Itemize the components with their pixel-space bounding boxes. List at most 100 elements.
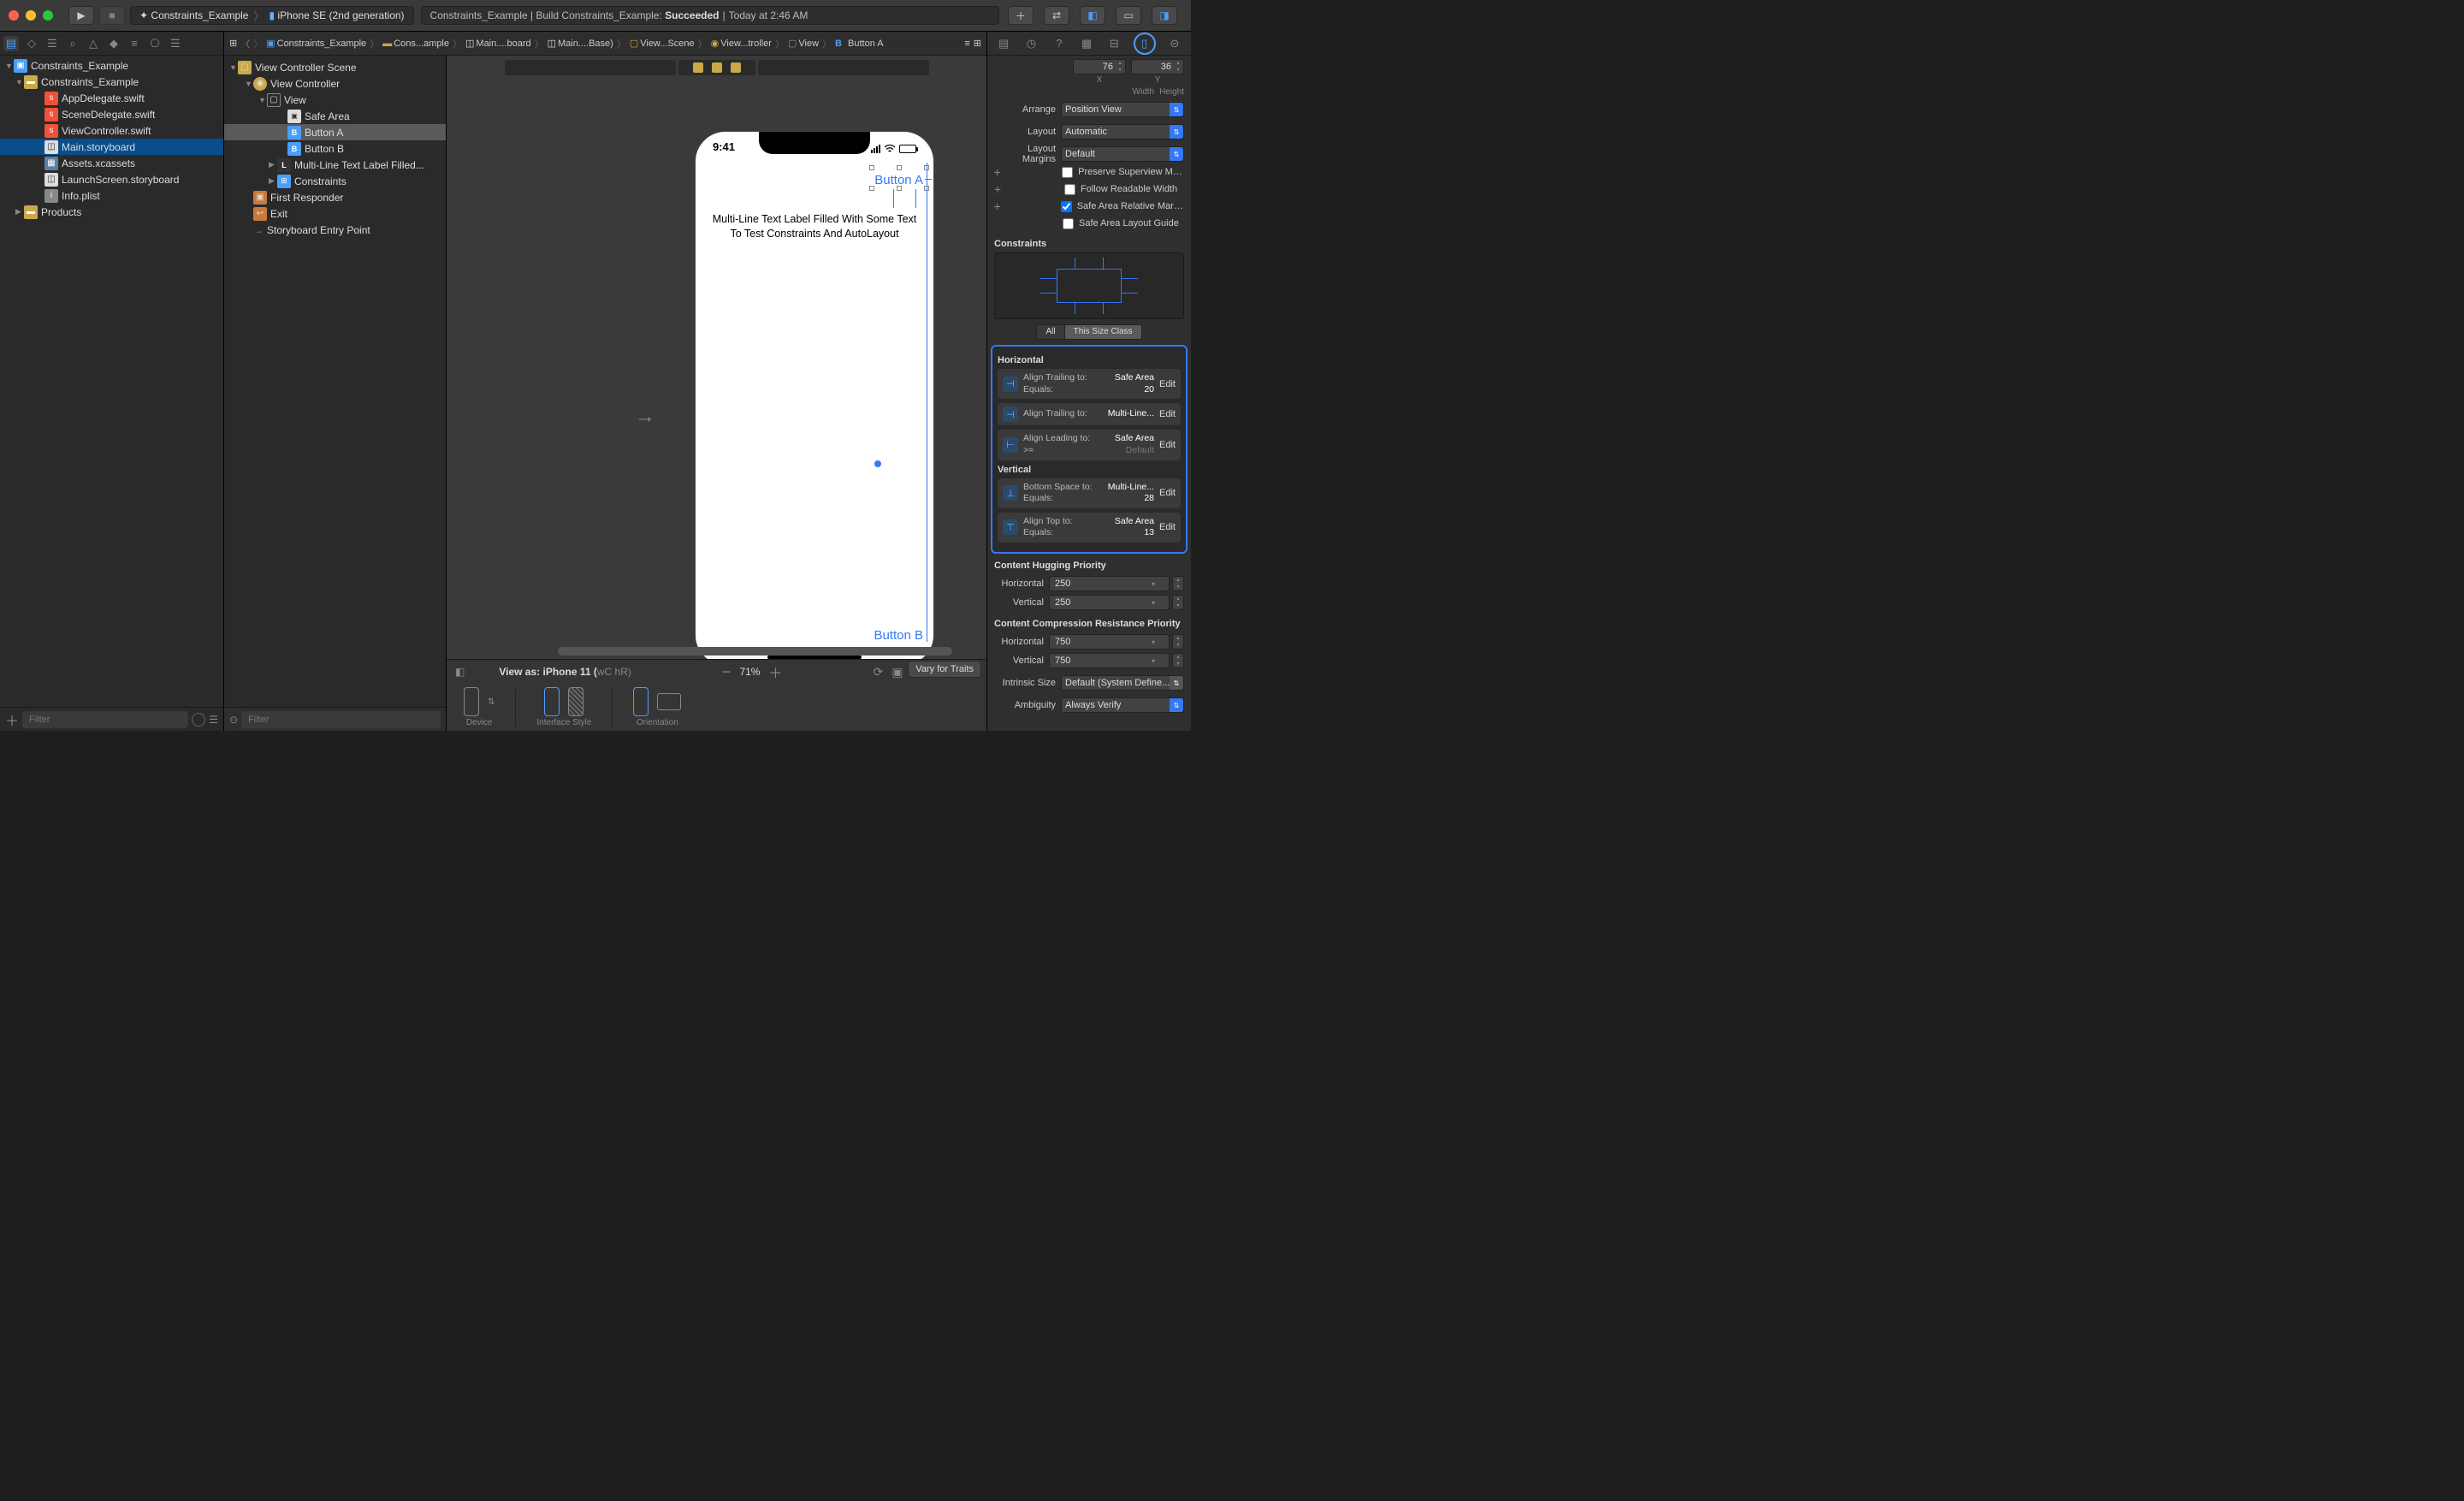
- scm-filter-icon[interactable]: ☰: [209, 714, 218, 726]
- file-infoplist[interactable]: iInfo.plist: [0, 187, 223, 204]
- seg-thissize[interactable]: This Size Class: [1065, 324, 1142, 340]
- saferel-checkbox[interactable]: [1061, 201, 1072, 212]
- zoom-window[interactable]: [43, 10, 53, 21]
- hugging-v-input[interactable]: 250▾: [1049, 595, 1170, 610]
- entrypoint-row[interactable]: →Storyboard Entry Point: [224, 222, 446, 238]
- find-navigator-tab[interactable]: ⌕: [65, 36, 80, 51]
- run-button[interactable]: ▶: [68, 6, 94, 25]
- document-outline[interactable]: ▼▢View Controller Scene ▼◉View Controlle…: [224, 56, 447, 707]
- file-scenedelegate[interactable]: sSceneDelegate.swift: [0, 106, 223, 122]
- source-control-tab[interactable]: ◇: [24, 36, 39, 51]
- canvas-scrollbar[interactable]: [558, 647, 952, 656]
- ambiguity-select[interactable]: Always Verify⇅: [1061, 697, 1184, 713]
- constraint-item-2[interactable]: ⊣ Align Trailing to:Multi-Line... Edit: [998, 403, 1181, 425]
- jump-bar[interactable]: ⊞ 〈 〉 ▣Constraints_Example〉 ▬Cons...ampl…: [224, 32, 986, 56]
- embed-icon[interactable]: ▣: [891, 665, 903, 679]
- stepper[interactable]: ▴▾: [1172, 576, 1184, 591]
- stepper[interactable]: ▴▾: [1172, 634, 1184, 650]
- project-group[interactable]: ▼▬Constraints_Example: [0, 74, 223, 90]
- help-inspector-tab[interactable]: ?: [1051, 35, 1068, 52]
- toggle-debug[interactable]: ▭: [1116, 6, 1141, 25]
- scheme-selector[interactable]: ✦ Constraints_Example 〉 ▮ iPhone SE (2nd…: [130, 6, 414, 25]
- canvas-button-b[interactable]: Button B: [874, 628, 923, 643]
- vc-row[interactable]: ▼◉View Controller: [224, 75, 446, 92]
- forward-button[interactable]: 〉: [253, 37, 263, 50]
- report-navigator-tab[interactable]: ☰: [168, 36, 183, 51]
- buttonb-row[interactable]: BButton B: [224, 140, 446, 157]
- constraints-preview[interactable]: [994, 252, 1184, 319]
- selection-handles[interactable]: [872, 168, 927, 188]
- multiline-row[interactable]: ▶LMulti-Line Text Label Filled...: [224, 157, 446, 173]
- symbol-navigator-tab[interactable]: ☰: [44, 36, 60, 51]
- project-navigator-tab[interactable]: ▤: [3, 36, 19, 51]
- edit-button[interactable]: Edit: [1159, 379, 1176, 389]
- exit-row[interactable]: ↩Exit: [224, 205, 446, 222]
- file-viewcontroller[interactable]: sViewController.swift: [0, 122, 223, 139]
- view-as-label[interactable]: View as: iPhone 11 (wC hR): [499, 666, 631, 678]
- zoom-in[interactable]: ＋: [768, 662, 782, 682]
- constraint-item-4[interactable]: ⊥ Bottom Space to:Multi-Line...Equals:28…: [998, 478, 1181, 508]
- toggle-inspector[interactable]: ◨: [1152, 6, 1177, 25]
- recent-filter-icon[interactable]: [192, 713, 205, 727]
- y-input[interactable]: 36▴▾: [1131, 59, 1184, 74]
- toggle-navigator[interactable]: ◧: [1080, 6, 1105, 25]
- file-appdelegate[interactable]: sAppDelegate.swift: [0, 90, 223, 106]
- products-group[interactable]: ▶▬Products: [0, 204, 223, 220]
- adjust-editor-icon[interactable]: ≡: [964, 39, 969, 49]
- constraint-handle[interactable]: [874, 460, 882, 468]
- zoom-out[interactable]: −: [722, 663, 732, 681]
- issue-navigator-tab[interactable]: △: [86, 36, 101, 51]
- inspector-body[interactable]: 76▴▾X 36▴▾Y Width Height ArrangePosition…: [987, 56, 1191, 731]
- add-button[interactable]: ＋: [5, 709, 19, 730]
- outline-toggle-icon[interactable]: ◧: [455, 666, 465, 678]
- intrinsic-select[interactable]: Default (System Define...⇅: [1061, 675, 1184, 691]
- outline-filter-icon[interactable]: ⊙: [229, 714, 238, 726]
- edit-button[interactable]: Edit: [1159, 488, 1176, 498]
- edit-button[interactable]: Edit: [1159, 522, 1176, 532]
- buttona-row[interactable]: BButton A: [224, 124, 446, 140]
- test-navigator-tab[interactable]: ◆: [106, 36, 121, 51]
- preserve-checkbox[interactable]: [1062, 167, 1073, 178]
- file-launchscreen[interactable]: ◫LaunchScreen.storyboard: [0, 171, 223, 187]
- layout-select[interactable]: Automatic⇅: [1061, 124, 1184, 139]
- identity-inspector-tab[interactable]: ▦: [1078, 35, 1095, 52]
- canvas-multiline-label[interactable]: Multi-Line Text Label Filled With Some T…: [708, 212, 921, 241]
- close-window[interactable]: [9, 10, 19, 21]
- related-items-icon[interactable]: ⊞: [229, 38, 237, 49]
- debug-navigator-tab[interactable]: ≡: [127, 36, 142, 51]
- back-button[interactable]: 〈: [240, 37, 250, 50]
- minimize-window[interactable]: [26, 10, 36, 21]
- zoom-level[interactable]: 71%: [739, 666, 760, 678]
- firstresponder-row[interactable]: ▣First Responder: [224, 189, 446, 205]
- hugging-h-input[interactable]: 250▾: [1049, 576, 1170, 591]
- constraint-item-5[interactable]: ⊤ Align Top to:Safe AreaEquals:13 Edit: [998, 513, 1181, 543]
- arrange-select[interactable]: Position View⇅: [1061, 102, 1184, 117]
- device-frame[interactable]: 9:41 Button A: [695, 131, 934, 659]
- canvas[interactable]: → 9:41 Button A: [447, 80, 986, 659]
- file-inspector-tab[interactable]: ▤: [995, 35, 1012, 52]
- constraint-item-1[interactable]: ⊣ Align Trailing to:Safe AreaEquals:20 E…: [998, 369, 1181, 399]
- size-inspector-tab[interactable]: ▯: [1134, 33, 1156, 55]
- breakpoint-navigator-tab[interactable]: ⎔: [147, 36, 163, 51]
- attributes-inspector-tab[interactable]: ⊟: [1105, 35, 1122, 52]
- compression-v-input[interactable]: 750▾: [1049, 653, 1170, 668]
- vary-for-traits-button[interactable]: Vary for Traits: [908, 661, 981, 678]
- view-row[interactable]: ▼▢View: [224, 92, 446, 108]
- interface-style-selector[interactable]: Interface Style: [536, 687, 591, 727]
- edit-button[interactable]: Edit: [1159, 409, 1176, 419]
- margins-select[interactable]: Default⇅: [1061, 146, 1184, 162]
- orientation-selector[interactable]: Orientation: [633, 687, 681, 727]
- scene-row[interactable]: ▼▢View Controller Scene: [224, 59, 446, 75]
- add-editor-icon[interactable]: ⊞: [974, 38, 981, 49]
- stepper[interactable]: ▴▾: [1172, 653, 1184, 668]
- size-class-segment[interactable]: All This Size Class: [994, 324, 1184, 340]
- safearea-row[interactable]: ▣Safe Area: [224, 108, 446, 124]
- library-button[interactable]: ＋: [1008, 6, 1034, 25]
- stop-button[interactable]: ■: [99, 6, 125, 25]
- project-root[interactable]: ▼▣Constraints_Example: [0, 57, 223, 74]
- code-review-button[interactable]: ⇄: [1044, 6, 1069, 25]
- outline-filter-input[interactable]: [241, 711, 441, 728]
- file-assets[interactable]: ▦Assets.xcassets: [0, 155, 223, 171]
- project-tree[interactable]: ▼▣Constraints_Example ▼▬Constraints_Exam…: [0, 56, 223, 707]
- seg-all[interactable]: All: [1036, 324, 1064, 340]
